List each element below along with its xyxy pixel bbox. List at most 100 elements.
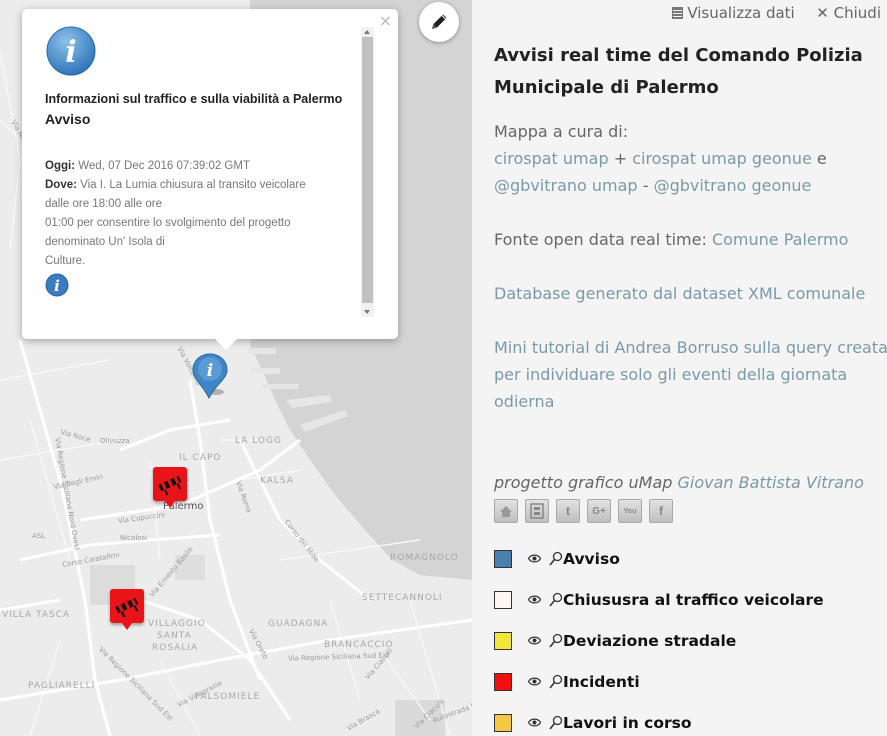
info-icon: i <box>46 26 96 76</box>
link-database[interactable]: Database generato dal dataset XML comuna… <box>494 284 865 303</box>
map-district-label: IL CAPO <box>179 453 222 463</box>
legend-label: Avviso <box>563 550 620 568</box>
link-cirospat-geonue[interactable]: cirospat umap geonue <box>632 149 812 168</box>
map-district-label: ROMAGNOLO <box>390 553 459 563</box>
credits-dash: - <box>642 176 649 195</box>
barrier-icon <box>115 597 139 618</box>
svg-text:i: i <box>207 361 213 381</box>
graphic-credit: progetto grafico uMap Giovan Battista Vi… <box>494 469 887 496</box>
eye-icon[interactable] <box>527 675 542 690</box>
map-district-label: GUADAGNA <box>268 619 329 629</box>
link-cirospat-umap[interactable]: cirospat umap <box>494 149 609 168</box>
zoom-icon[interactable] <box>549 674 563 690</box>
credits-and: e <box>816 149 827 168</box>
map-district-label: FALSOMIELE <box>195 692 261 702</box>
map-district-label: BRANCACCIO <box>324 640 394 650</box>
view-data-label: Visualizza dati <box>687 4 795 22</box>
incident-marker[interactable] <box>153 467 187 508</box>
map-district-label: SETTECANNOLI <box>362 593 443 603</box>
popup-where-label: Dove: <box>45 179 77 191</box>
credits-block: Mappa a cura di: cirospat umap + cirospa… <box>494 118 887 199</box>
popup-content: i Informazioni sul traffico e sulla viab… <box>45 26 361 322</box>
eye-icon[interactable] <box>527 593 542 608</box>
popup-where-text: Culture. <box>45 255 86 267</box>
qr-icon[interactable] <box>525 499 549 523</box>
legend-swatch <box>494 673 512 691</box>
popup-subheading: Avviso <box>45 111 91 127</box>
popup-close-button[interactable]: × <box>379 11 392 30</box>
scroll-thumb[interactable] <box>362 37 373 303</box>
eye-icon[interactable] <box>527 552 542 567</box>
legend-label: Deviazione stradale <box>563 632 737 650</box>
popup-date-value: Wed, 07 Dec 2016 07:39:02 GMT <box>78 160 250 172</box>
close-panel-button[interactable]: ✕ Chiudi <box>816 4 881 22</box>
facebook-icon[interactable]: f <box>649 499 673 523</box>
side-panel: Visualizza dati ✕ Chiudi Avvisi real tim… <box>472 0 887 736</box>
link-gbvitrano-umap[interactable]: @gbvitrano umap <box>494 176 638 195</box>
youtube-icon[interactable]: You <box>618 499 642 523</box>
map-district-label: ROSALIA <box>152 643 199 653</box>
map-district-label: VILLAGGIO <box>148 619 206 629</box>
twitter-icon[interactable]: t <box>556 499 580 523</box>
zoom-icon[interactable] <box>549 715 563 731</box>
table-icon <box>671 7 683 19</box>
info-pin-icon: i <box>192 353 228 400</box>
popup-date-line: Oggi: Wed, 07 Dec 2016 07:39:02 GMT <box>45 157 361 176</box>
close-label: Chiudi <box>833 4 881 22</box>
legend-swatch <box>494 632 512 650</box>
edit-map-button[interactable] <box>419 2 459 42</box>
map-district-label: SANTA <box>157 631 192 641</box>
legend-item[interactable]: Chiususra al traffico veicolare <box>494 589 824 611</box>
map-district-label: KALSA <box>260 476 294 486</box>
home-icon[interactable] <box>494 499 518 523</box>
popup-date-label: Oggi: <box>45 160 76 172</box>
link-comune-palermo[interactable]: Comune Palermo <box>712 230 848 249</box>
source-label: Fonte open data real time: <box>494 230 707 249</box>
panel-title: Avvisi real time del Comando Polizia Mun… <box>494 45 863 98</box>
googleplus-icon[interactable]: G+ <box>587 499 611 523</box>
legend-item[interactable]: Avviso <box>494 548 620 570</box>
eye-icon[interactable] <box>527 634 542 649</box>
pencil-icon <box>432 14 447 29</box>
zoom-icon[interactable] <box>549 592 563 608</box>
legend-label: Chiususra al traffico veicolare <box>563 591 824 609</box>
map-district-label: PAGLIARELLI <box>28 681 96 691</box>
link-designer[interactable]: Giovan Battista Vitrano <box>678 473 864 492</box>
barrier-icon <box>158 475 182 496</box>
legend-swatch <box>494 550 512 568</box>
svg-text:i: i <box>54 277 60 295</box>
svg-text:i: i <box>65 35 76 70</box>
popup-tip <box>214 338 238 350</box>
zoom-icon[interactable] <box>549 633 563 649</box>
popup-scrollbar[interactable] <box>361 27 374 317</box>
legend-item[interactable]: Deviazione stradale <box>494 630 736 652</box>
view-data-button[interactable]: Visualizza dati <box>671 4 800 22</box>
marker-popup: × i Informazioni sul traffico e sulla vi… <box>22 9 398 350</box>
legend-label: Incidenti <box>563 673 640 691</box>
credits-plus: + <box>613 149 628 168</box>
legend-item[interactable]: Lavori in corso <box>494 712 692 734</box>
map-street-label: Nicolosi <box>120 534 148 542</box>
info-marker[interactable]: i <box>190 352 232 406</box>
map-view[interactable]: Via Noce Via Volturno Via Noce Olivuzza … <box>0 0 472 736</box>
credits-intro: Mappa a cura di: <box>494 122 629 141</box>
graphic-label: progetto grafico uMap <box>494 473 673 492</box>
popup-where-line: Dove: Via I. La Lumia chiusura al transi… <box>45 176 361 195</box>
legend-item[interactable]: Incidenti <box>494 671 640 693</box>
zoom-icon[interactable] <box>549 551 563 567</box>
popup-where-text: denominato Un' Isola di <box>45 236 165 248</box>
map-district-label: VILLA TASCA <box>2 610 71 620</box>
incident-marker[interactable] <box>110 589 144 630</box>
map-street-label: ASL <box>32 532 46 540</box>
legend-swatch <box>494 714 512 732</box>
legend-swatch <box>494 591 512 609</box>
legend-label: Lavori in corso <box>563 714 692 732</box>
social-icons: t G+ You f <box>494 499 673 523</box>
info-small-icon: i <box>45 273 69 297</box>
scroll-up-arrow[interactable] <box>364 30 370 34</box>
eye-icon[interactable] <box>527 716 542 731</box>
popup-where-text: dalle ore 18:00 alle ore <box>45 198 162 210</box>
link-tutorial[interactable]: Mini tutorial di Andrea Borruso sulla qu… <box>494 338 887 411</box>
link-gbvitrano-geonue[interactable]: @gbvitrano geonue <box>654 176 812 195</box>
scroll-down-arrow[interactable] <box>364 310 370 314</box>
